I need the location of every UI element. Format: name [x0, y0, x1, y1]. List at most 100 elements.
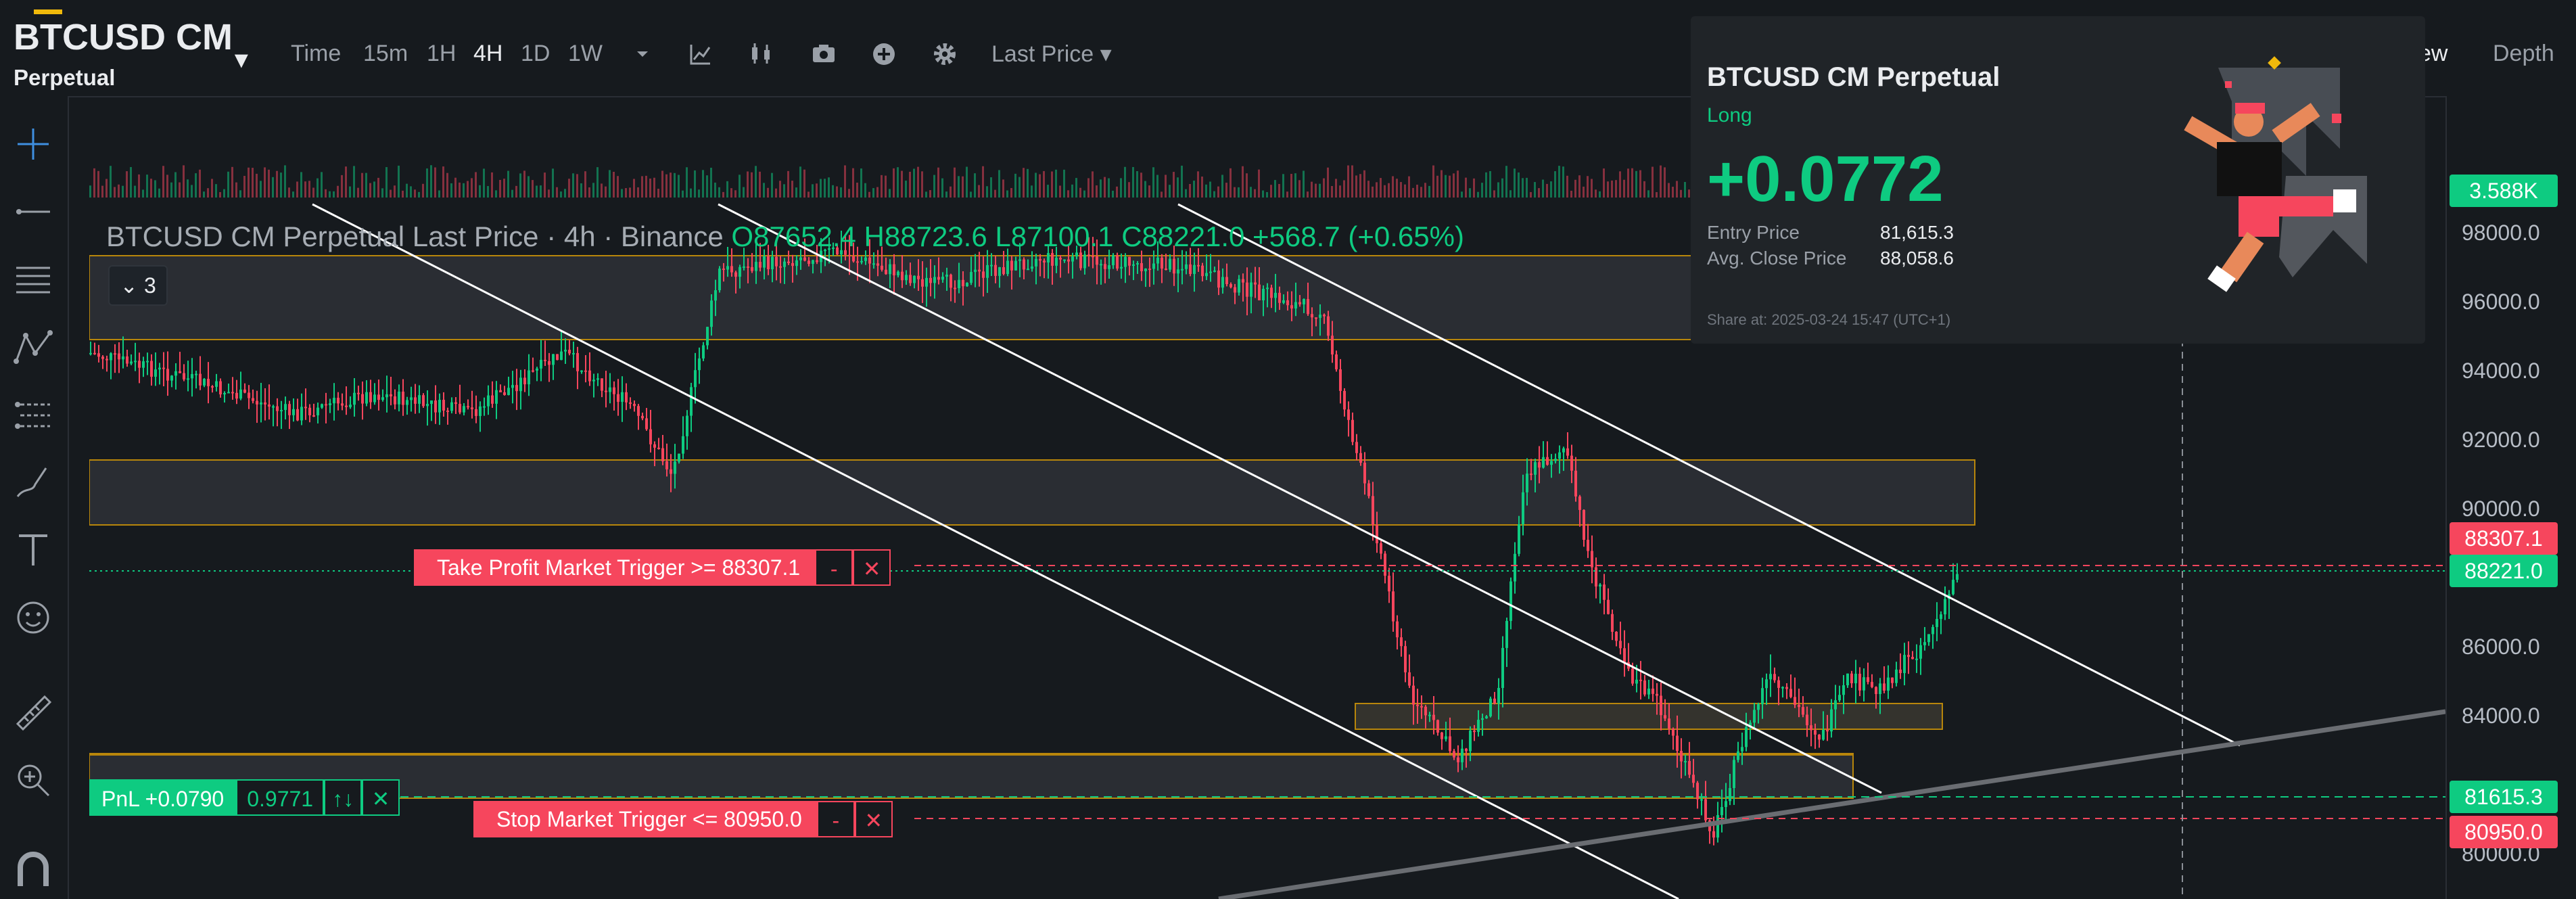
candle-body — [540, 359, 542, 369]
volume-bar — [1282, 174, 1284, 198]
reverse-position-button[interactable]: ↑↓ — [324, 779, 362, 816]
interval-1d[interactable]: 1D — [521, 41, 550, 67]
interval-4h[interactable]: 4H — [473, 41, 502, 67]
interval-1w[interactable]: 1W — [568, 41, 603, 67]
volume-bar — [1432, 165, 1434, 198]
volume-bar — [345, 166, 347, 198]
volume-bar — [1550, 181, 1552, 198]
take-profit-order[interactable]: Take Profit Market Trigger >= 88307.1- ✕ — [414, 549, 891, 586]
candle-body — [714, 290, 717, 301]
take-profit-minus-button[interactable]: - — [815, 549, 853, 586]
candle-body — [284, 404, 287, 411]
interval-15m[interactable]: 15m — [363, 41, 408, 67]
volume-bar — [1148, 185, 1150, 198]
candle-body — [1221, 277, 1224, 288]
volume-bar — [1457, 170, 1459, 198]
candle-body — [264, 402, 266, 405]
close-position-button[interactable]: ✕ — [362, 779, 400, 816]
chart-style-icon[interactable] — [747, 39, 776, 69]
candle-body — [1469, 731, 1472, 752]
interval-1h[interactable]: 1H — [427, 41, 456, 67]
emoji-icon[interactable] — [8, 593, 58, 643]
candle-body — [134, 361, 137, 363]
candle-body — [110, 353, 112, 361]
candle-body — [1696, 783, 1699, 800]
volume-bar — [1505, 166, 1507, 198]
candle-body — [1542, 457, 1545, 468]
time-button[interactable]: Time — [291, 41, 341, 67]
candle-body — [312, 415, 315, 417]
candle-body — [438, 400, 441, 413]
volume-bar — [329, 191, 331, 198]
volume-bar — [795, 187, 797, 198]
volume-bar — [1213, 191, 1215, 198]
chevron-down-icon[interactable] — [628, 39, 657, 69]
indicators-icon[interactable] — [686, 39, 716, 69]
horizontal-lines-icon[interactable] — [8, 254, 58, 304]
volume-bar — [483, 168, 485, 198]
volume-bar — [1485, 172, 1487, 198]
candle-body — [1522, 492, 1524, 524]
pattern-icon[interactable] — [8, 322, 58, 372]
candle-body — [1481, 718, 1484, 720]
volume-bar — [1514, 168, 1516, 198]
volume-bar — [775, 188, 777, 198]
trend-line-icon[interactable] — [8, 187, 58, 237]
indicator-collapse-button[interactable]: ⌄ 3 — [108, 265, 168, 306]
text-tool-icon[interactable] — [8, 525, 58, 575]
volume-bar — [341, 175, 343, 198]
volume-bar — [479, 185, 481, 198]
volume-bar — [1039, 174, 1041, 198]
symbol-title[interactable]: BTCUSD CM — [14, 16, 233, 58]
candle-body — [572, 352, 575, 354]
candle-body — [1173, 258, 1175, 274]
symbol-dropdown-caret[interactable]: ▼ — [230, 47, 253, 74]
volume-bar — [101, 185, 103, 198]
card-pnl: +0.0772 — [1707, 143, 1944, 215]
candle-body — [1595, 567, 1597, 586]
candle-body — [1505, 620, 1508, 648]
volume-bar — [1453, 173, 1455, 198]
candle-body — [1416, 704, 1419, 706]
volume-bar — [1376, 182, 1378, 198]
trader-illustration — [2184, 56, 2367, 292]
candle-body — [166, 369, 169, 381]
volume-bar — [499, 179, 501, 198]
zoom-in-icon[interactable] — [8, 755, 58, 805]
take-profit-label[interactable]: Take Profit Market Trigger >= 88307.1 — [414, 549, 816, 586]
candle-body — [1518, 524, 1520, 554]
price-type-select[interactable]: Last Price ▾ — [991, 41, 1112, 68]
volume-bar — [1104, 177, 1106, 198]
volume-bar — [446, 172, 448, 198]
take-profit-close-button[interactable]: ✕ — [853, 549, 891, 586]
volume-bar — [1359, 174, 1361, 198]
gear-icon[interactable] — [930, 39, 960, 69]
candle-body — [536, 368, 538, 371]
crosshair-icon[interactable] — [8, 119, 58, 169]
stop-order[interactable]: Stop Market Trigger <= 80950.0- ✕ — [473, 801, 893, 837]
volume-bar — [1294, 173, 1296, 198]
volume-bar — [1347, 165, 1349, 198]
position-pnl[interactable]: PnL +0.0790 0.9771 ↑↓ ✕ — [89, 779, 400, 816]
candle-body — [1136, 263, 1139, 265]
stop-label[interactable]: Stop Market Trigger <= 80950.0 — [473, 801, 817, 837]
depth-tab[interactable]: Depth — [2493, 41, 2554, 67]
candle-body — [1473, 731, 1476, 733]
volume-bar — [1489, 170, 1491, 198]
camera-icon[interactable] — [809, 39, 839, 69]
volume-bar — [1270, 185, 1272, 198]
candle-body — [1802, 707, 1804, 715]
volume-bar — [1075, 178, 1077, 198]
stop-close-button[interactable]: ✕ — [854, 801, 893, 837]
volume-bar — [824, 179, 826, 198]
magnet-icon[interactable] — [8, 843, 58, 893]
ruler-icon[interactable] — [8, 687, 58, 737]
candle-body — [1372, 496, 1374, 525]
fib-retracement-icon[interactable] — [8, 390, 58, 440]
volume-bar — [657, 189, 659, 198]
volume-bar — [649, 178, 651, 198]
volume-bar — [430, 165, 432, 198]
stop-minus-button[interactable]: - — [816, 801, 855, 837]
add-icon[interactable] — [869, 39, 899, 69]
brush-icon[interactable] — [8, 457, 58, 507]
